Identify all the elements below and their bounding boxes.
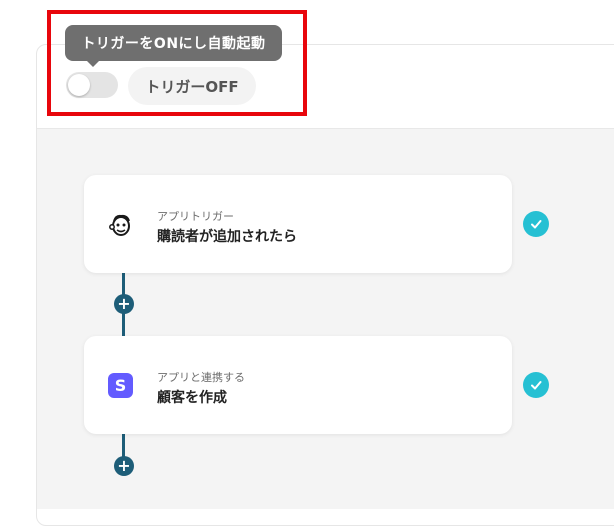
- step-kind-label: アプリと連携する: [157, 371, 245, 384]
- check-icon: [523, 211, 549, 237]
- stripe-icon: S: [108, 373, 134, 399]
- step-title: 購読者が追加されたら: [157, 229, 297, 245]
- trigger-status-label: トリガーOFF: [128, 67, 256, 105]
- step-kind-label: アプリトリガー: [157, 210, 234, 223]
- tooltip-arrow: [87, 61, 99, 67]
- step-card-trigger[interactable]: アプリトリガー 購読者が追加されたら: [84, 175, 512, 273]
- trigger-tooltip: トリガーをONにし自動起動: [65, 25, 282, 61]
- stripe-badge: S: [108, 373, 133, 398]
- add-step-button[interactable]: +: [114, 456, 134, 476]
- step-title: 顧客を作成: [157, 390, 227, 406]
- trigger-toggle[interactable]: [66, 72, 118, 98]
- mailchimp-icon: [108, 212, 134, 238]
- add-step-button[interactable]: +: [114, 294, 134, 314]
- check-icon: [523, 372, 549, 398]
- toggle-knob[interactable]: [68, 74, 90, 96]
- step-card-action[interactable]: S アプリと連携する 顧客を作成: [84, 336, 512, 434]
